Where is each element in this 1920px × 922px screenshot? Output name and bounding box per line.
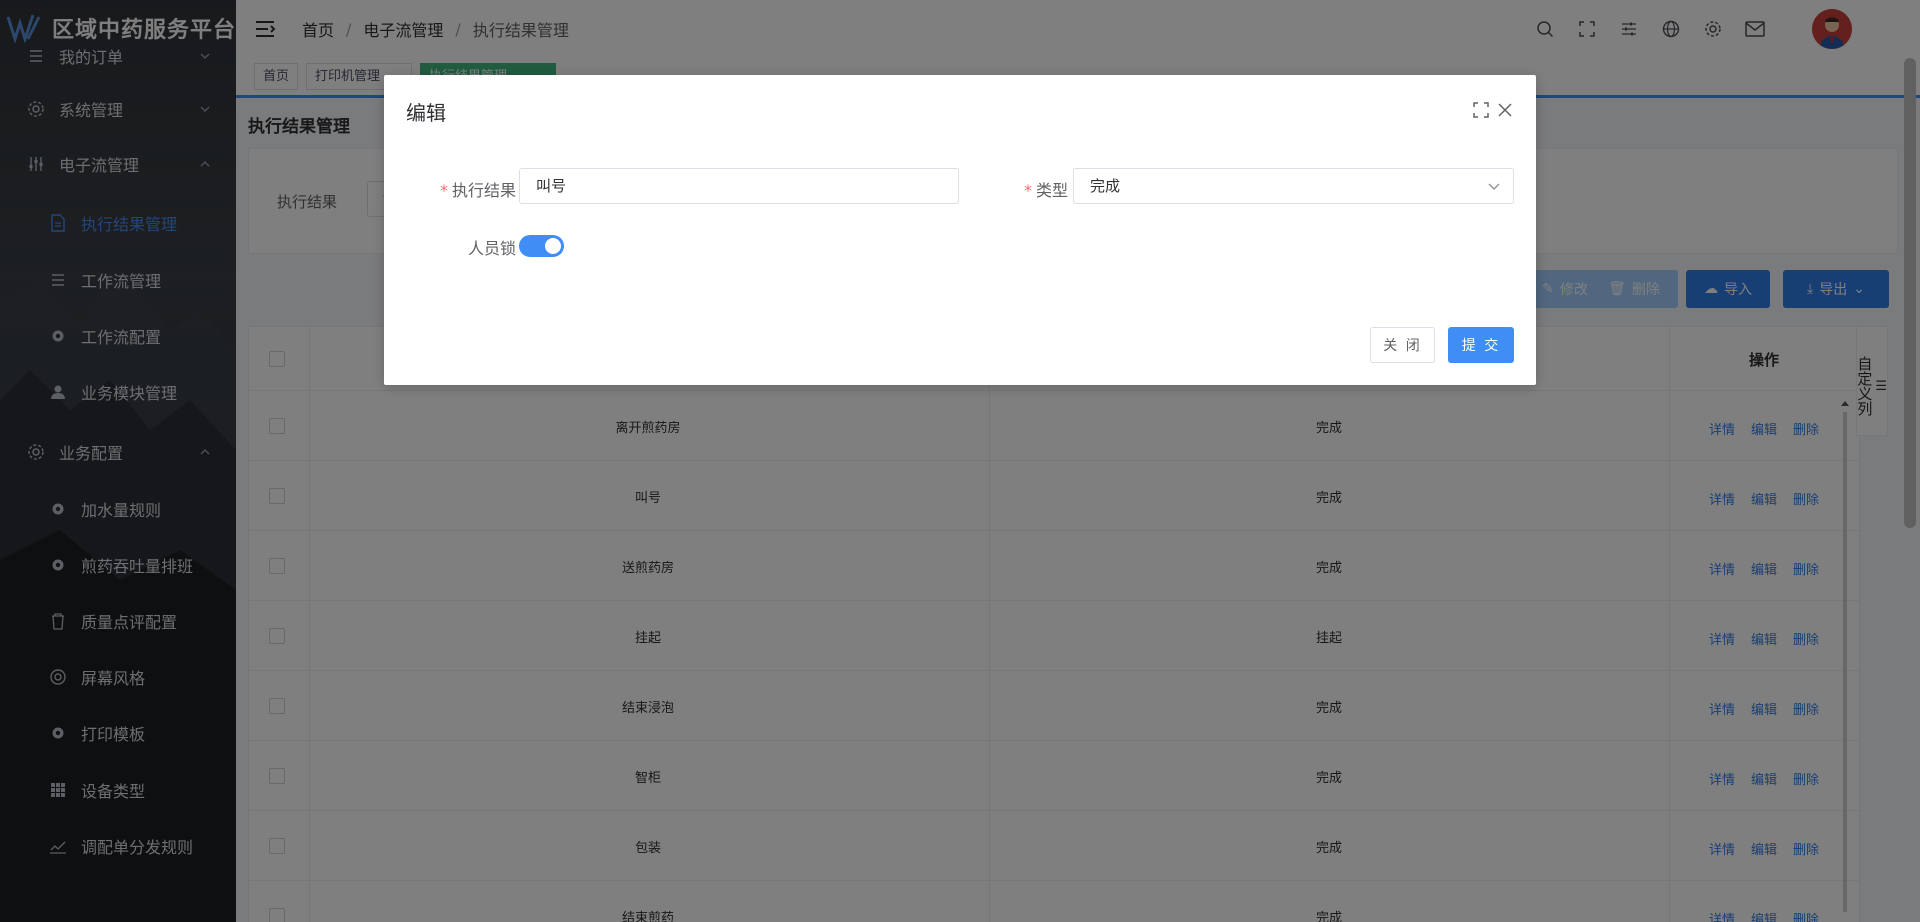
type-field-label: * 类型 xyxy=(984,177,1068,201)
lock-field-label: 人员锁 xyxy=(467,239,516,258)
type-label-text: 类型 xyxy=(1035,181,1068,200)
maximize-icon[interactable] xyxy=(1472,101,1490,119)
close-button[interactable]: 关 闭 xyxy=(1370,327,1435,363)
type-select-value: 完成 xyxy=(1090,177,1121,195)
result-input[interactable]: 叫号 xyxy=(519,168,959,204)
dialog-title: 编辑 xyxy=(406,101,446,125)
required-mark: * xyxy=(1023,181,1032,200)
required-mark: * xyxy=(439,181,448,200)
result-field-label: * 执行结果 xyxy=(424,177,516,201)
edit-dialog: 编辑 * 执行结果 叫号 * 类型 完成 人员锁 关 闭 提 交 xyxy=(384,75,1536,385)
result-label-text: 执行结果 xyxy=(451,181,516,200)
toggle-knob xyxy=(545,238,561,254)
chevron-down-icon xyxy=(1488,183,1500,190)
close-icon[interactable] xyxy=(1496,101,1514,119)
submit-button[interactable]: 提 交 xyxy=(1448,327,1514,363)
type-select[interactable]: 完成 xyxy=(1073,168,1514,204)
personnel-lock-toggle[interactable] xyxy=(519,235,564,257)
